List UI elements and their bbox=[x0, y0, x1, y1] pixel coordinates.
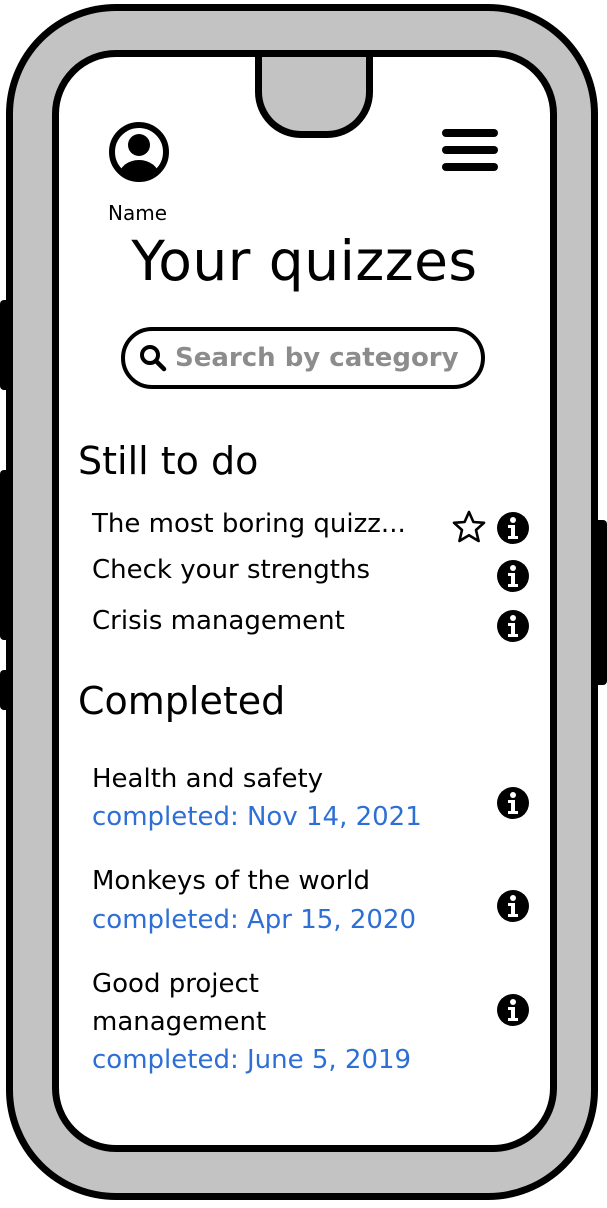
phone-notch bbox=[255, 57, 373, 138]
info-icon[interactable] bbox=[496, 511, 530, 545]
user-name-label: Name bbox=[108, 201, 168, 225]
completed-item-date: completed: Nov 14, 2021 bbox=[92, 802, 422, 832]
search-input-placeholder[interactable]: Search by category bbox=[175, 343, 459, 373]
completed-item-title[interactable]: Health and safety bbox=[92, 764, 323, 794]
todo-item-title[interactable]: Check your strengths bbox=[92, 555, 370, 585]
phone-screen: Name Your quizzes Search by category Sti… bbox=[52, 50, 557, 1152]
page-title: Your quizzes bbox=[131, 229, 478, 293]
info-icon[interactable] bbox=[496, 609, 530, 643]
hamburger-menu-icon[interactable] bbox=[442, 129, 498, 175]
info-icon[interactable] bbox=[496, 993, 530, 1027]
search-field[interactable]: Search by category bbox=[121, 327, 485, 389]
search-icon bbox=[140, 345, 167, 372]
section-title-completed: Completed bbox=[78, 679, 286, 723]
info-icon[interactable] bbox=[496, 559, 530, 593]
completed-item-date: completed: June 5, 2019 bbox=[92, 1045, 412, 1075]
completed-item-title-line1[interactable]: Good project bbox=[92, 969, 259, 999]
completed-item-date: completed: Apr 15, 2020 bbox=[92, 905, 416, 935]
todo-item-title[interactable]: The most boring quizz... bbox=[92, 509, 406, 539]
user-avatar-icon[interactable] bbox=[107, 120, 171, 184]
phone-mockup: Name Your quizzes Search by category Sti… bbox=[0, 0, 607, 1208]
star-icon[interactable] bbox=[451, 509, 487, 545]
info-icon[interactable] bbox=[496, 889, 530, 923]
section-title-todo: Still to do bbox=[78, 439, 259, 483]
info-icon[interactable] bbox=[496, 786, 530, 820]
completed-item-title[interactable]: Monkeys of the world bbox=[92, 866, 370, 896]
completed-item-title-line2[interactable]: management bbox=[92, 1007, 266, 1037]
todo-item-title[interactable]: Crisis management bbox=[92, 606, 345, 636]
